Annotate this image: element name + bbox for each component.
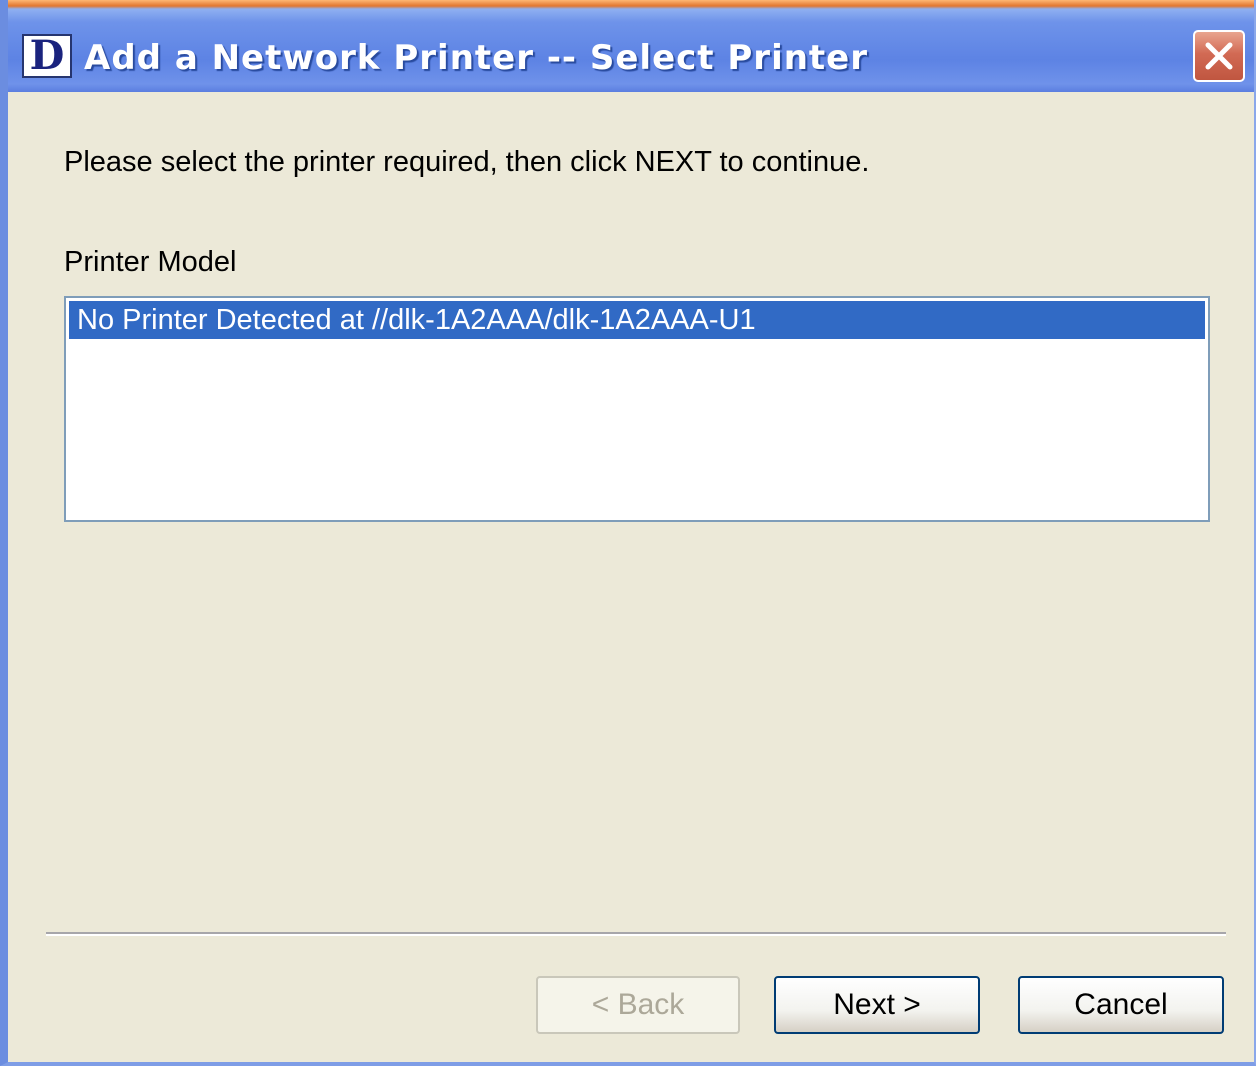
dlink-logo-icon: D bbox=[22, 34, 72, 78]
title-bar[interactable]: D Add a Network Printer -- Select Printe… bbox=[8, 0, 1254, 92]
close-x-icon bbox=[1205, 42, 1233, 70]
close-button[interactable] bbox=[1193, 30, 1245, 82]
instruction-text: Please select the printer required, then… bbox=[64, 146, 870, 178]
printer-model-label: Printer Model bbox=[64, 246, 237, 278]
next-button[interactable]: Next > bbox=[774, 976, 980, 1034]
cancel-button[interactable]: Cancel bbox=[1018, 976, 1224, 1034]
printer-list-item[interactable]: No Printer Detected at //dlk-1A2AAA/dlk-… bbox=[69, 301, 1205, 339]
dialog-window: D Add a Network Printer -- Select Printe… bbox=[0, 0, 1256, 1066]
printer-listbox[interactable]: No Printer Detected at //dlk-1A2AAA/dlk-… bbox=[64, 296, 1210, 522]
footer-separator bbox=[46, 932, 1226, 936]
window-title: Add a Network Printer -- Select Printer bbox=[84, 38, 869, 78]
back-button[interactable]: < Back bbox=[536, 976, 740, 1034]
